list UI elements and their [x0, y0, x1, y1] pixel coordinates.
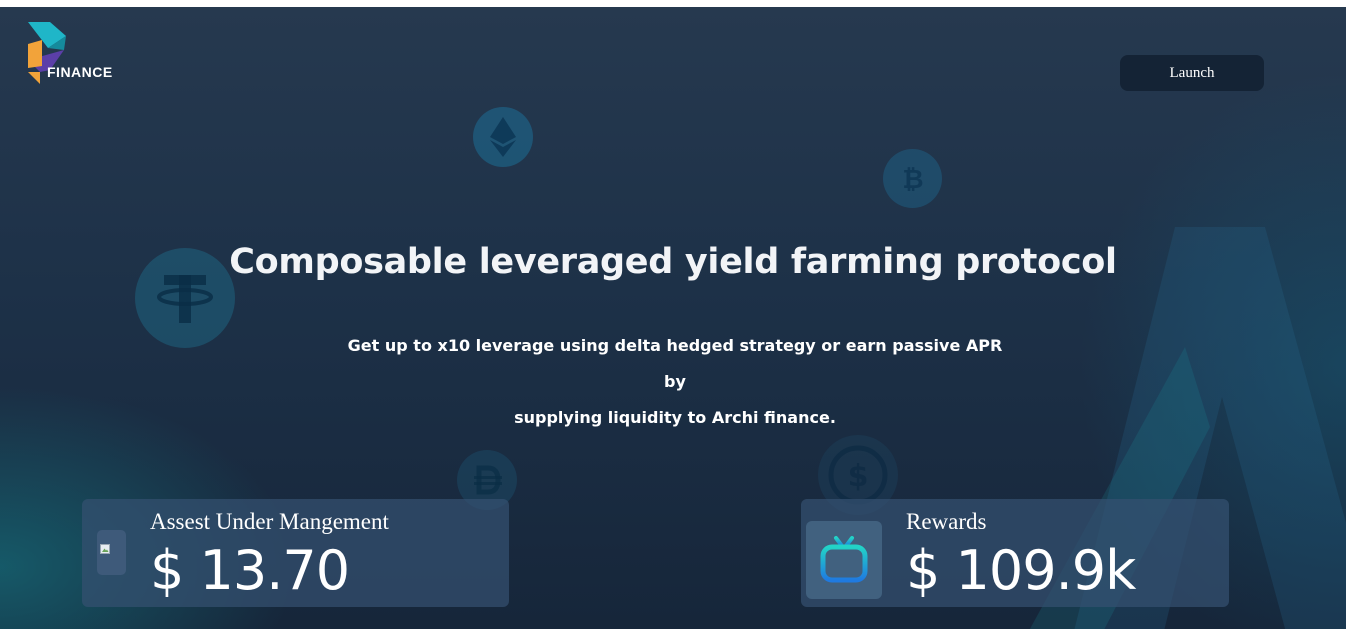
launch-button[interactable]: Launch: [1120, 55, 1264, 91]
aum-value: $ 13.70: [150, 539, 350, 602]
aum-label: Assest Under Mangement: [150, 509, 389, 534]
ethereum-icon: [473, 107, 533, 167]
rewards-value: $ 109.9k: [906, 539, 1136, 602]
tv-icon: [820, 536, 868, 583]
hero-subtitle-line-2: supplying liquidity to Archi finance.: [514, 408, 836, 427]
rewards-icon-box: [806, 521, 882, 599]
hero-subtitle: Get up to x10 leverage using delta hedge…: [343, 328, 1007, 436]
hero-title: Composable leveraged yield farming proto…: [229, 242, 1117, 282]
svg-text:$: $: [848, 459, 869, 494]
bitcoin-icon: ₿: [883, 149, 942, 208]
broken-image-icon: [100, 544, 110, 554]
aum-image: [97, 530, 126, 575]
hero-subtitle-line-1: Get up to x10 leverage using delta hedge…: [347, 336, 1003, 391]
aum-card: Assest Under Mangement $ 13.70: [82, 499, 509, 607]
hero-section: ₿ $ FINANCE Launch Composable leveraged …: [0, 7, 1346, 629]
brand-name: FINANCE: [47, 64, 113, 80]
rewards-label: Rewards: [906, 509, 987, 534]
svg-text:₿: ₿: [902, 165, 923, 195]
rewards-card: Rewards $ 109.9k: [801, 499, 1229, 607]
